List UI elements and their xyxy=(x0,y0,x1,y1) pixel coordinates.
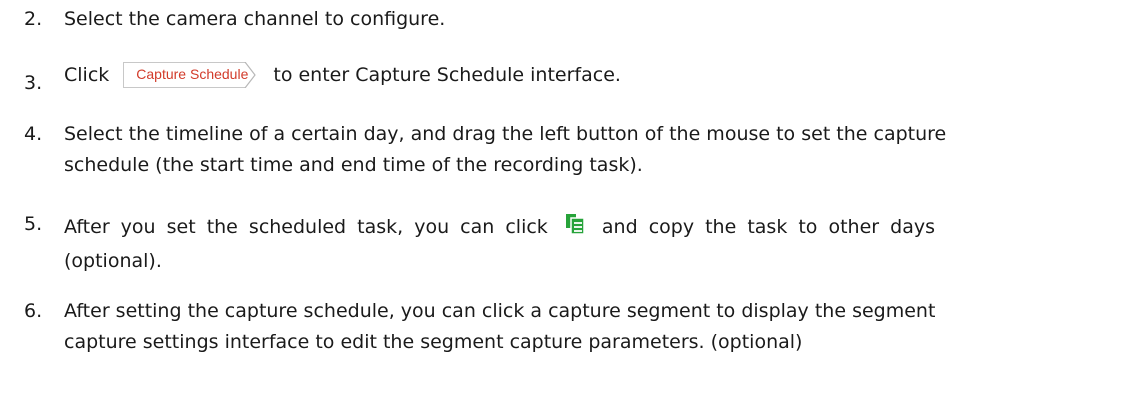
capture-schedule-button-label: Capture Schedule xyxy=(136,66,249,82)
step-number: 5. xyxy=(24,213,43,235)
step-number: 6. xyxy=(24,300,43,322)
step-text-line2: (optional). xyxy=(64,250,162,272)
step-text-line1: Select the timeline of a certain day, an… xyxy=(64,123,947,145)
click-text: After you set the scheduled task, you ca… xyxy=(64,216,548,238)
step-text-line2: schedule (the start time and end time of… xyxy=(64,154,643,176)
copy-text: and copy the task to other days xyxy=(601,216,935,238)
step-text: Select the camera channel to configure. xyxy=(64,8,446,30)
step-text-line1: After setting the capture schedule, you … xyxy=(64,300,936,322)
capture-schedule-button[interactable]: Capture Schedule xyxy=(123,62,261,88)
step-number: 2. xyxy=(24,8,43,30)
step-number: 3. xyxy=(24,72,43,94)
step-text: Click Capture Schedule to enter Capture … xyxy=(64,62,621,88)
step-number: 4. xyxy=(24,123,43,145)
click-text: Click xyxy=(64,64,110,86)
step-text-line2: capture settings interface to edit the s… xyxy=(64,331,803,353)
enter-text: to enter Capture Schedule interface. xyxy=(273,64,621,86)
copy-icon[interactable] xyxy=(565,213,585,235)
step-text-line1: After you set the scheduled task, you ca… xyxy=(64,213,935,238)
